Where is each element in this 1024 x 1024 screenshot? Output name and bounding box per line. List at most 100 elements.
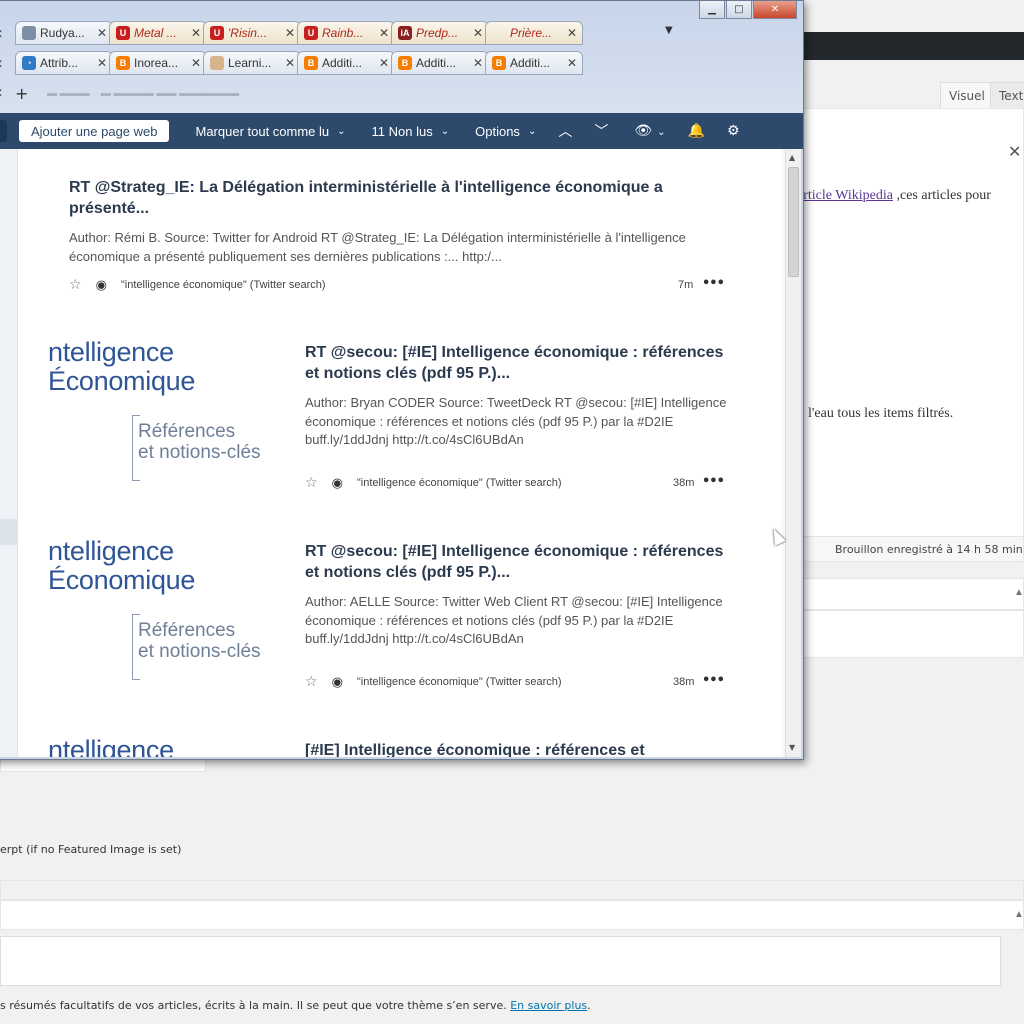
editor-tab-visual[interactable]: Visuel: [940, 82, 994, 108]
feed-sidebar: [0, 149, 18, 757]
article-time: 38m: [673, 676, 695, 688]
tab-close-icon[interactable]: ✕: [472, 56, 484, 70]
view-eye-icon[interactable]: 👁 ⌄: [634, 123, 665, 139]
blogger-icon: B: [492, 56, 506, 70]
excerpt-label: erpt (if no Featured Image is set): [0, 843, 182, 856]
tab-close-icon[interactable]: ✕: [284, 26, 296, 40]
read-status-icon[interactable]: ◉: [96, 278, 107, 293]
star-icon[interactable]: ☆: [69, 277, 82, 293]
more-options-icon[interactable]: •••: [702, 276, 725, 291]
editor-text-line-2: l'eau tous les items filtrés.: [808, 406, 954, 421]
collapse-arrow-icon[interactable]: ▲: [1014, 909, 1024, 920]
more-options-icon[interactable]: •••: [702, 474, 725, 489]
article-source[interactable]: "intelligence économique" (Twitter searc…: [121, 279, 326, 291]
new-tab-icon[interactable]: +: [15, 84, 35, 103]
collapse-arrow-icon[interactable]: ▲: [1014, 587, 1024, 598]
tab-close-icon[interactable]: ✕: [566, 26, 578, 40]
tab-close-icon[interactable]: ✕: [0, 86, 15, 100]
draft-saved-status: Brouillon enregistré à 14 h 58 min 40 s.: [835, 543, 1024, 556]
browser-tab[interactable]: Learni... ✕: [203, 51, 301, 75]
notifications-bell-icon[interactable]: 🔔: [688, 123, 705, 139]
article-title[interactable]: RT @secou: [#IE] Intelligence économique…: [305, 342, 725, 384]
tab-list-dropdown-icon[interactable]: ▼: [665, 25, 673, 36]
browser-tab[interactable]: ◔ Attrib... ✕: [15, 51, 113, 75]
close-icon[interactable]: ✕: [753, 1, 797, 19]
article-title[interactable]: RT @Strateg_IE: La Délégation interminis…: [69, 177, 729, 219]
tab-close-icon[interactable]: ✕: [378, 26, 390, 40]
sidebar-selected-item[interactable]: [0, 519, 18, 545]
options-button[interactable]: Options ⌄: [475, 124, 536, 139]
article-meta: ☆ ◉ "intelligence économique" (Twitter s…: [69, 277, 326, 293]
article-item[interactable]: ntelligence Économique Références et not…: [18, 339, 782, 509]
article-item[interactable]: ntelligence Économique Références et not…: [18, 538, 782, 708]
tab-close-icon[interactable]: ✕: [0, 51, 15, 77]
tab-close-icon[interactable]: ✕: [190, 26, 202, 40]
mark-all-read-button[interactable]: Marquer tout comme lu ⌄: [195, 124, 345, 139]
read-status-icon[interactable]: ◉: [332, 675, 343, 690]
previous-article-icon[interactable]: ︿: [558, 121, 572, 141]
menu-dropdown-button[interactable]: ⌄: [0, 120, 7, 142]
tab-label: Prière...: [510, 26, 553, 40]
tab-close-icon[interactable]: ✕: [190, 56, 202, 70]
chevron-down-icon: ⌄: [337, 125, 346, 137]
article-title[interactable]: [#IE] Intelligence économique : référenc…: [305, 740, 765, 757]
browser-tab[interactable]: Rudya... ✕: [15, 21, 113, 45]
learn-more-link[interactable]: En savoir plus: [510, 999, 587, 1012]
tab-close-icon[interactable]: ✕: [566, 56, 578, 70]
article-thumbnail[interactable]: ntelligence: [48, 737, 268, 757]
browser-tab[interactable]: U 'Risin... ✕: [203, 21, 301, 45]
ia-icon: iA: [398, 26, 412, 40]
tab-close-icon[interactable]: ✕: [96, 26, 108, 40]
more-options-icon[interactable]: •••: [702, 673, 725, 688]
excerpt-textarea[interactable]: [0, 936, 1001, 986]
post-content-editor[interactable]: [780, 108, 1024, 538]
tab-close-icon[interactable]: ✕: [0, 21, 15, 47]
browser-tab[interactable]: B Additi... ✕: [391, 51, 489, 75]
article-snippet: Author: Rémi B. Source: Twitter for Andr…: [69, 230, 686, 264]
browser-tab[interactable]: Prière... ✕: [485, 21, 583, 45]
tab-close-icon[interactable]: ✕: [378, 56, 390, 70]
browser-tab[interactable]: U Rainb... ✕: [297, 21, 395, 45]
wikipedia-link[interactable]: article Wikipedia: [797, 188, 893, 203]
article-item[interactable]: ntelligence [#IE] Intelligence économiqu…: [18, 737, 782, 757]
settings-gear-icon[interactable]: ⚙: [727, 123, 740, 139]
article-source[interactable]: "intelligence économique" (Twitter searc…: [357, 477, 562, 489]
article-title[interactable]: RT @secou: [#IE] Intelligence économique…: [305, 541, 725, 583]
browser-tab[interactable]: B Inorea... ✕: [109, 51, 207, 75]
star-icon[interactable]: ☆: [305, 475, 318, 491]
article-item[interactable]: RT @Strateg_IE: La Délégation interminis…: [18, 149, 782, 309]
blogger-icon: B: [304, 56, 318, 70]
add-web-page-button[interactable]: Ajouter une page web: [19, 120, 170, 142]
scroll-up-icon[interactable]: ▲: [789, 153, 795, 162]
excerpt-box-header[interactable]: [0, 900, 1024, 930]
tab-close-icon[interactable]: ✕: [96, 56, 108, 70]
star-icon[interactable]: ☆: [305, 674, 318, 690]
tab-close-icon[interactable]: ✕: [284, 56, 296, 70]
browser-tab[interactable]: U Metal ... ✕: [109, 21, 207, 45]
shield-icon: U: [304, 26, 318, 40]
tab-label: Metal ...: [134, 26, 177, 40]
tab-close-icon[interactable]: ✕: [472, 26, 484, 40]
browser-tab[interactable]: B Additi... ✕: [297, 51, 395, 75]
article-thumbnail[interactable]: ntelligence Économique Références et not…: [48, 339, 268, 493]
article-thumbnail[interactable]: ntelligence Économique Références et not…: [48, 538, 268, 692]
scroll-down-icon[interactable]: ▼: [789, 743, 795, 752]
scroll-thumb[interactable]: [788, 167, 799, 277]
article-meta: ☆ ◉ "intelligence économique" (Twitter s…: [305, 674, 562, 690]
minimize-icon[interactable]: ▁: [699, 1, 725, 19]
read-status-icon[interactable]: ◉: [332, 476, 343, 491]
scrollbar[interactable]: ▲ ▼: [785, 149, 801, 757]
chevron-down-icon: ⌄: [440, 125, 450, 137]
unread-filter-button[interactable]: 11 Non lus ⌄: [372, 124, 450, 139]
browser-tab[interactable]: iA Predp... ✕: [391, 21, 489, 45]
next-article-icon[interactable]: ﹀: [594, 121, 608, 141]
window-controls: ▁ □ ✕: [698, 1, 797, 21]
article-source[interactable]: "intelligence économique" (Twitter searc…: [357, 676, 562, 688]
meta-box-header[interactable]: [800, 578, 1024, 610]
browser-tab[interactable]: B Additi... ✕: [485, 51, 583, 75]
maximize-icon[interactable]: □: [726, 1, 752, 19]
excerpt-help-text: s résumés facultatifs de vos articles, é…: [0, 999, 591, 1012]
browser-window: ▁ □ ✕ ✕Rudya...✕UMetal ...✕U'Risin...✕UR…: [0, 0, 804, 760]
editor-tab-text[interactable]: Texte: [990, 82, 1024, 108]
close-icon[interactable]: ✕: [1008, 142, 1021, 161]
